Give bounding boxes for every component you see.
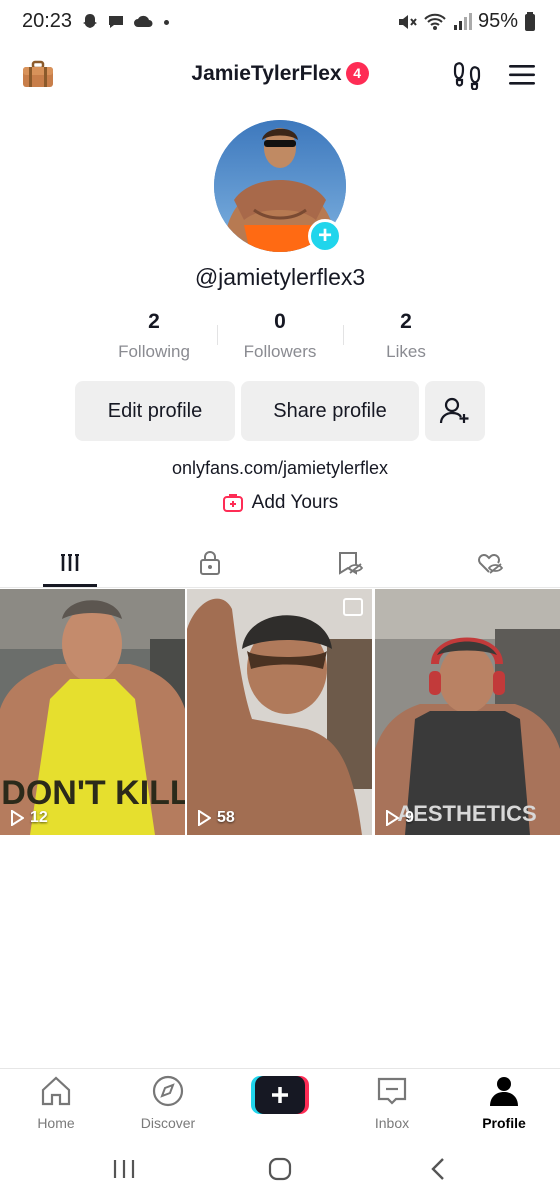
- battery-percent: 95%: [477, 10, 518, 32]
- add-friends-button[interactable]: [425, 381, 485, 441]
- grid-icon: [61, 554, 79, 571]
- inbox-icon: [377, 1077, 407, 1105]
- nav-profile[interactable]: Profile: [448, 1075, 560, 1131]
- tab-liked[interactable]: [420, 538, 560, 588]
- status-time: 20:23: [22, 10, 73, 32]
- recent-apps-icon[interactable]: [112, 1158, 136, 1180]
- notification-badge: 4: [345, 62, 369, 85]
- mute-icon: [398, 14, 417, 29]
- signal-icon: [453, 12, 472, 30]
- nav-home[interactable]: Home: [0, 1075, 112, 1131]
- view-count-value: 12: [30, 809, 48, 826]
- shirt-text: DON'T KILL: [1, 774, 185, 812]
- play-icon: [386, 810, 399, 826]
- lock-icon: [200, 551, 220, 575]
- username: JamieTylerFlex: [191, 62, 342, 85]
- share-profile-button[interactable]: Share profile: [241, 381, 419, 441]
- nav-discover[interactable]: Discover: [112, 1075, 224, 1131]
- add-avatar-plus-icon[interactable]: +: [308, 219, 342, 253]
- view-count-value: 9: [405, 809, 414, 826]
- followers-label: Followers: [243, 342, 317, 361]
- view-count: 9: [385, 809, 414, 827]
- tab-videos[interactable]: [0, 538, 140, 588]
- more-dot-icon: [164, 19, 169, 25]
- following-label: Following: [118, 342, 190, 361]
- snapchat-icon: [83, 14, 97, 28]
- stat-followers[interactable]: 0 Followers: [210, 310, 350, 362]
- add-yours-label: Add Yours: [251, 492, 339, 513]
- play-icon: [11, 810, 24, 826]
- bookmark-hidden-icon: [339, 552, 364, 575]
- video-thumbnail-image: DON'T KILL: [0, 589, 185, 835]
- nav-discover-label: Discover: [140, 1115, 196, 1131]
- nav-inbox[interactable]: Inbox: [336, 1075, 448, 1131]
- nav-profile-label: Profile: [482, 1115, 526, 1131]
- profile-icon: [490, 1077, 518, 1106]
- nav-inbox-label: Inbox: [374, 1115, 410, 1131]
- home-icon: [41, 1076, 71, 1106]
- wifi-icon: [424, 13, 446, 30]
- footprints-icon[interactable]: [453, 60, 481, 90]
- create-button[interactable]: [251, 1076, 309, 1114]
- battery-icon: [525, 11, 535, 31]
- compass-icon: [152, 1075, 184, 1107]
- chat-icon: [109, 16, 123, 28]
- tab-favorites[interactable]: [280, 538, 420, 588]
- system-nav-bar: [0, 1142, 560, 1200]
- likes-label: Likes: [386, 342, 426, 361]
- following-count: 2: [148, 310, 160, 333]
- content-tabs: [0, 538, 560, 588]
- profile-handle: @jamietylerflex3: [194, 264, 366, 290]
- video-thumbnail-image: [187, 589, 372, 835]
- video-thumbnail[interactable]: AESTHETICS 9: [375, 589, 560, 835]
- stat-likes[interactable]: 2 Likes: [336, 310, 476, 362]
- cloud-icon: [134, 15, 153, 27]
- home-button-icon[interactable]: [268, 1157, 292, 1181]
- video-thumbnail-image: AESTHETICS: [375, 589, 560, 835]
- stat-following[interactable]: 2 Following: [84, 310, 224, 362]
- bottom-nav: Home Discover Inbox Profile: [0, 1068, 560, 1142]
- video-thumbnail[interactable]: DON'T KILL 12: [0, 589, 185, 835]
- play-icon: [198, 810, 211, 826]
- profile-header: JamieTylerFlex 4: [0, 48, 560, 104]
- likes-count: 2: [400, 310, 412, 333]
- edit-profile-button[interactable]: Edit profile: [75, 381, 235, 441]
- tab-private[interactable]: [140, 538, 280, 588]
- add-yours-button[interactable]: Add Yours: [0, 492, 560, 514]
- notification-icons: [80, 11, 169, 33]
- add-yours-icon: [222, 494, 243, 512]
- view-count: 58: [197, 809, 235, 827]
- status-bar: 20:23 95%: [0, 0, 560, 46]
- add-user-icon: [439, 397, 469, 424]
- followers-count: 0: [274, 310, 286, 333]
- heart-hidden-icon: [478, 554, 504, 574]
- shirt-text: AESTHETICS: [397, 801, 536, 826]
- active-tab-indicator: [43, 584, 97, 587]
- view-count-value: 58: [217, 809, 235, 826]
- nav-home-label: Home: [37, 1115, 75, 1131]
- video-thumbnail[interactable]: 58: [187, 589, 372, 835]
- back-icon[interactable]: [428, 1157, 448, 1181]
- menu-icon[interactable]: [508, 64, 536, 86]
- view-count: 12: [10, 809, 48, 827]
- plus-icon: [251, 1076, 309, 1114]
- bio-link[interactable]: onlyfans.com/jamietylerflex: [0, 458, 560, 479]
